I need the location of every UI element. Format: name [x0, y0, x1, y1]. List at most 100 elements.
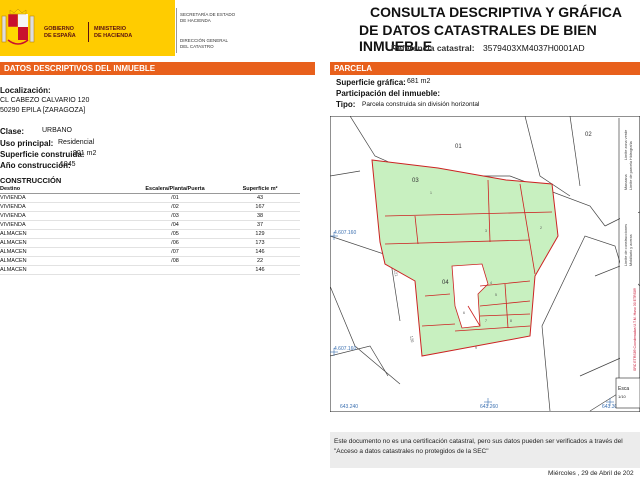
svg-text:6: 6	[463, 311, 465, 315]
table-cell-destino: ALMACEN	[0, 238, 130, 248]
ministry-line1: Ministerio	[94, 26, 127, 32]
table-cell-escalera: /05	[130, 229, 220, 239]
svg-text:Manzana: Manzana	[624, 173, 628, 190]
svg-text:04: 04	[442, 280, 449, 286]
table-cell-escalera: /01	[130, 193, 220, 203]
svg-text:Límite de construcciones: Límite de construcciones	[624, 224, 628, 266]
table-row: ALMACEN/07 146	[0, 247, 300, 257]
svg-text:Límite de parcela: Límite de parcela	[629, 160, 633, 190]
main-use-label: Uso principal:	[0, 139, 54, 148]
cadastral-map: 1 2 3 4 5 6 7 8 9 01 02 03 04 4.607.160 …	[330, 116, 640, 412]
participation-label: Participación del inmueble:	[336, 89, 441, 98]
verification-notice: Este documento no es una certificación c…	[330, 432, 640, 468]
map-coordinate-system-note: SRC ETRS89 Coordenadas U.T.M. Huso 30 ET…	[633, 288, 637, 371]
table-cell-destino: VIVIENDA	[0, 220, 130, 230]
type-value: Parcela construida sin división horizont…	[362, 101, 480, 108]
table-cell-escalera: /02	[130, 202, 220, 212]
table-header-escalera: Escalera/Planta/Puerta	[130, 185, 220, 194]
svg-text:643.240: 643.240	[340, 404, 358, 410]
table-cell-destino: ALMACEN	[0, 229, 130, 239]
table-header-superficie: Superficie m²	[220, 185, 300, 194]
svg-text:Hidrografía: Hidrografía	[629, 140, 633, 160]
header-divider	[88, 22, 89, 42]
table-cell-superficie: 146	[220, 247, 300, 257]
ministry-line2: de Hacienda	[94, 33, 133, 39]
page-title-line1: CONSULTA DESCRIPTIVA Y GRÁFICA	[370, 4, 623, 20]
directorate-line2: del Catastro	[180, 44, 214, 49]
table-cell-escalera: /06	[130, 238, 220, 248]
main-use-value: Residencial	[58, 139, 95, 146]
construction-table: Destino Escalera/Planta/Puerta Superfici…	[0, 185, 300, 275]
table-cell-escalera	[130, 265, 220, 275]
table-cell-superficie: 38	[220, 211, 300, 221]
class-label: Clase:	[0, 127, 25, 136]
built-area-value: 901 m2	[73, 150, 97, 157]
svg-text:01: 01	[455, 144, 462, 150]
government-logo-banner: Gobierno de España Ministerio de Haciend…	[0, 0, 175, 56]
table-cell-escalera: /03	[130, 211, 220, 221]
document-date: Miércoles , 29 de Abril de 202	[548, 470, 634, 477]
graphic-area-value: 681 m2	[407, 78, 431, 85]
address-line1: CL CABEZO CALVARIO 120	[0, 97, 90, 104]
map-scale-value: 1/10	[618, 394, 627, 399]
table-row: ALMACEN/08 22	[0, 256, 300, 266]
table-cell-destino: ALMACEN	[0, 256, 130, 266]
svg-text:02: 02	[585, 132, 592, 138]
table-row: VIVIENDA/01 43	[0, 193, 300, 203]
table-row: VIVIENDA/04 37	[0, 220, 300, 230]
svg-text:3: 3	[485, 229, 487, 233]
table-cell-destino: ALMACEN	[0, 265, 130, 275]
table-cell-superficie: 43	[220, 193, 300, 203]
table-row: ALMACEN/05 129	[0, 229, 300, 239]
table-cell-escalera: /08	[130, 256, 220, 266]
svg-text:5: 5	[495, 293, 497, 297]
table-cell-destino: VIVIENDA	[0, 193, 130, 203]
svg-text:Límite zona verde: Límite zona verde	[624, 130, 628, 160]
svg-text:9: 9	[475, 346, 477, 350]
location-label: Localización:	[0, 86, 51, 95]
class-value: URBANO	[42, 127, 72, 134]
table-cell-superficie: 146	[220, 265, 300, 275]
svg-text:643.260: 643.260	[480, 404, 498, 410]
reference-value: 3579403XM4037H0001AD	[483, 43, 585, 53]
construction-year-value: 1945	[60, 161, 76, 168]
built-area-label: Superficie construida:	[0, 150, 85, 159]
table-cell-destino: VIVIENDA	[0, 202, 130, 212]
subheader-divider	[176, 8, 177, 53]
gov-name-line1: Gobierno	[44, 26, 74, 32]
coat-of-arms-icon	[1, 8, 35, 45]
type-label: Tipo:	[336, 100, 356, 109]
descriptive-data-section-bar: DATOS DESCRIPTIVOS DEL INMUEBLE	[0, 62, 315, 75]
table-cell-superficie: 22	[220, 256, 300, 266]
svg-text:8: 8	[510, 319, 512, 323]
svg-text:4.607.160: 4.607.160	[334, 230, 356, 236]
table-row: ALMACEN 146	[0, 265, 300, 275]
gov-name-line2: de España	[44, 33, 76, 39]
table-cell-superficie: 173	[220, 238, 300, 248]
svg-text:4.607.160: 4.607.160	[334, 346, 356, 352]
table-cell-destino: ALMACEN	[0, 247, 130, 257]
reference-label: Referencia catastral:	[391, 43, 475, 53]
svg-text:7: 7	[485, 319, 487, 323]
svg-text:2: 2	[540, 226, 542, 230]
graphic-area-label: Superficie gráfica:	[336, 78, 406, 87]
svg-text:1: 1	[430, 191, 432, 195]
svg-text:03: 03	[412, 178, 419, 184]
table-cell-superficie: 129	[220, 229, 300, 239]
table-cell-destino: VIVIENDA	[0, 211, 130, 221]
table-row: VIVIENDA/02 167	[0, 202, 300, 212]
parcel-section-bar: PARCELA	[330, 62, 640, 75]
address-line2: 50290 EPILA [ZARAGOZA]	[0, 107, 86, 114]
table-row: VIVIENDA/03 38	[0, 211, 300, 221]
construction-section-title: CONSTRUCCIÓN	[0, 176, 62, 185]
svg-text:4: 4	[490, 281, 492, 285]
secretariat-line2: de Hacienda	[180, 18, 211, 23]
table-cell-escalera: /04	[130, 220, 220, 230]
table-header-destino: Destino	[0, 185, 130, 194]
map-scale-label: Esca	[618, 386, 629, 392]
svg-text:Mobiliario y aceras: Mobiliario y aceras	[629, 234, 633, 266]
table-cell-superficie: 37	[220, 220, 300, 230]
table-row: ALMACEN/06 173	[0, 238, 300, 248]
table-cell-superficie: 167	[220, 202, 300, 212]
table-cell-escalera: /07	[130, 247, 220, 257]
